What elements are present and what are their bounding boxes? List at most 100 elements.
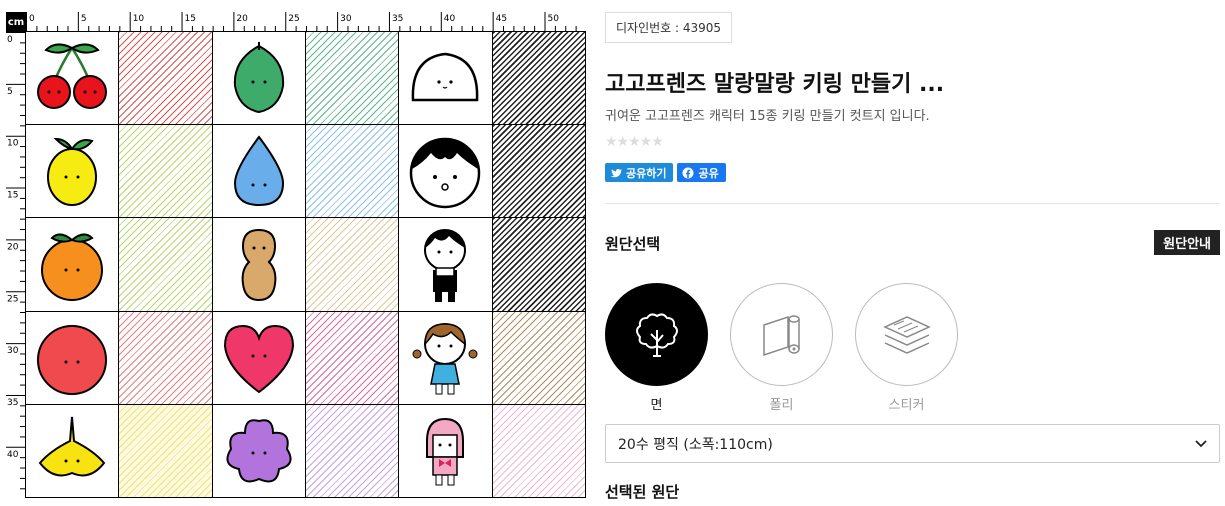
- rabbit-character-icon: [426, 417, 465, 486]
- top-ruler-label: 40: [444, 14, 456, 24]
- top-ruler-label: 25: [288, 14, 299, 24]
- top-ruler-label: 0: [29, 14, 35, 24]
- product-title: 고고프렌즈 말랑말랑 키링 만들기 ...: [605, 72, 945, 97]
- rice-cake-cell: [399, 32, 493, 126]
- fabric-roll-icon: [762, 314, 800, 356]
- fabric-type-selected-value: 20수 평직 (소폭:110cm): [618, 436, 773, 453]
- top-ruler-label: 45: [496, 14, 507, 24]
- blue-hatch-cell: [305, 125, 400, 219]
- cherry-cell: [26, 32, 120, 126]
- twitter-icon: [610, 168, 622, 177]
- top-ruler-label: 5: [81, 14, 87, 24]
- left-ruler-label: 30: [7, 346, 19, 356]
- product-info: 디자인번호 : 43905 고고프렌즈 말랑말랑 키링 만들기 ... 귀여운 …: [605, 0, 1220, 506]
- yellow-green-hatch-cell-2: [119, 218, 213, 312]
- leaf-icon: [233, 42, 284, 114]
- purple-hatch-cell: [305, 404, 400, 498]
- tangerine-cell: [26, 218, 120, 312]
- twitter-share-button[interactable]: 공유하기: [605, 163, 674, 182]
- boy-face-icon: [410, 138, 481, 209]
- left-ruler-label: 0: [7, 35, 13, 45]
- top-ruler-label: 15: [185, 14, 196, 24]
- fabric-preview: cm 0 5 10 15 20 25 30 35 40 45 50 0 5 10 15 20 25 30 35 40: [6, 12, 586, 498]
- section-divider: [605, 203, 1220, 204]
- left-ruler-label: 15: [7, 191, 18, 201]
- twitter-share-label: 공유하기: [626, 166, 667, 180]
- peanut-cell: [212, 218, 306, 312]
- black-hatch-cell-3: [492, 218, 586, 312]
- rabbit-character-cell: [399, 404, 493, 498]
- brown-hatch-cell: [492, 311, 586, 405]
- apple-cell: [26, 311, 120, 405]
- boy-face-cell: [399, 125, 493, 219]
- heart-cell: [212, 311, 306, 405]
- girl-character-icon: [412, 322, 478, 395]
- pink-hatch-cell: [305, 311, 400, 405]
- black-hatch-cell: [492, 32, 586, 126]
- top-ruler-label: 35: [392, 14, 403, 24]
- red-hatch-cell: [119, 32, 213, 126]
- fabric-option-circle[interactable]: [730, 283, 833, 386]
- fabric-option-cotton[interactable]: 면: [605, 283, 708, 413]
- fabric-option-label: 면: [650, 398, 663, 413]
- fabric-option-circle[interactable]: [855, 283, 958, 386]
- red-hatch-cell-2: [119, 311, 213, 405]
- lemon-cell: [26, 125, 120, 219]
- left-ruler-label: 40: [7, 450, 19, 460]
- top-ruler: 0 5 10 15 20 25 30 35 40 45 50: [26, 12, 586, 32]
- apple-icon: [37, 324, 108, 395]
- girl-character-cell: [399, 311, 493, 405]
- left-ruler-label: 10: [7, 139, 19, 149]
- black-hatch-cell-2: [492, 125, 586, 219]
- boy-character-icon: [424, 229, 467, 303]
- tan-hatch-cell: [305, 218, 400, 312]
- cherry-icon: [37, 43, 108, 110]
- top-ruler-label: 20: [236, 14, 248, 24]
- left-ruler-label: 25: [7, 294, 18, 304]
- fabric-option-sticker[interactable]: 스티커: [855, 283, 958, 413]
- lemon-icon: [47, 138, 98, 207]
- fabric-option-poly[interactable]: 폴리: [730, 283, 833, 413]
- top-ruler-label: 10: [133, 14, 145, 24]
- selected-fabric-title: 선택된 원단: [605, 483, 680, 501]
- fabric-select-title: 원단선택: [605, 235, 661, 253]
- heart-icon: [223, 324, 294, 393]
- fabric-guide-button[interactable]: 원단안내: [1154, 230, 1220, 255]
- chevron-down-icon: [1195, 439, 1207, 447]
- water-drop-cell: [212, 125, 306, 219]
- facebook-icon: [682, 167, 694, 178]
- peanut-icon: [241, 229, 277, 302]
- facebook-share-label: 공유: [698, 166, 719, 180]
- ginkgo-leaf-cell: [26, 404, 120, 498]
- left-ruler-label: 20: [7, 242, 19, 252]
- fabric-option-label: 스티커: [888, 398, 925, 413]
- fabric-option-circle[interactable]: [605, 283, 708, 386]
- boy-character-cell: [399, 218, 493, 312]
- top-ruler-label: 30: [340, 14, 352, 24]
- left-ruler: 0 5 10 15 20 25 30 35 40: [6, 32, 26, 498]
- rice-cake-icon: [412, 52, 479, 102]
- sticker-layers-icon: [882, 315, 931, 354]
- top-ruler-label: 50: [548, 14, 560, 24]
- facebook-share-button[interactable]: 공유: [677, 163, 726, 182]
- left-ruler-label: 35: [7, 398, 18, 408]
- water-drop-icon: [233, 135, 284, 207]
- pattern-grid: [26, 32, 586, 498]
- left-ruler-label: 5: [7, 87, 13, 97]
- share-buttons: 공유하기 공유: [605, 163, 726, 182]
- rating-stars[interactable]: ★★★★★: [605, 134, 664, 150]
- product-description: 귀여운 고고프렌즈 캐릭터 15종 키링 만들기 컷트지 입니다.: [605, 109, 930, 124]
- flower-cell: [212, 404, 306, 498]
- cotton-tree-icon: [635, 312, 678, 357]
- flower-icon: [226, 419, 292, 483]
- fabric-type-select[interactable]: 20수 평직 (소폭:110cm): [605, 424, 1220, 463]
- design-code-badge: 디자인번호 : 43905: [605, 12, 733, 43]
- yellow-hatch-cell: [119, 404, 213, 498]
- ruler-unit-label: cm: [6, 12, 26, 32]
- fabric-option-label: 폴리: [769, 398, 794, 413]
- ginkgo-leaf-icon: [38, 416, 106, 477]
- leaf-cell: [212, 32, 306, 126]
- tangerine-icon: [41, 233, 104, 302]
- light-pink-hatch-cell: [492, 404, 586, 498]
- fabric-options: 면 폴리 스티커: [605, 283, 958, 413]
